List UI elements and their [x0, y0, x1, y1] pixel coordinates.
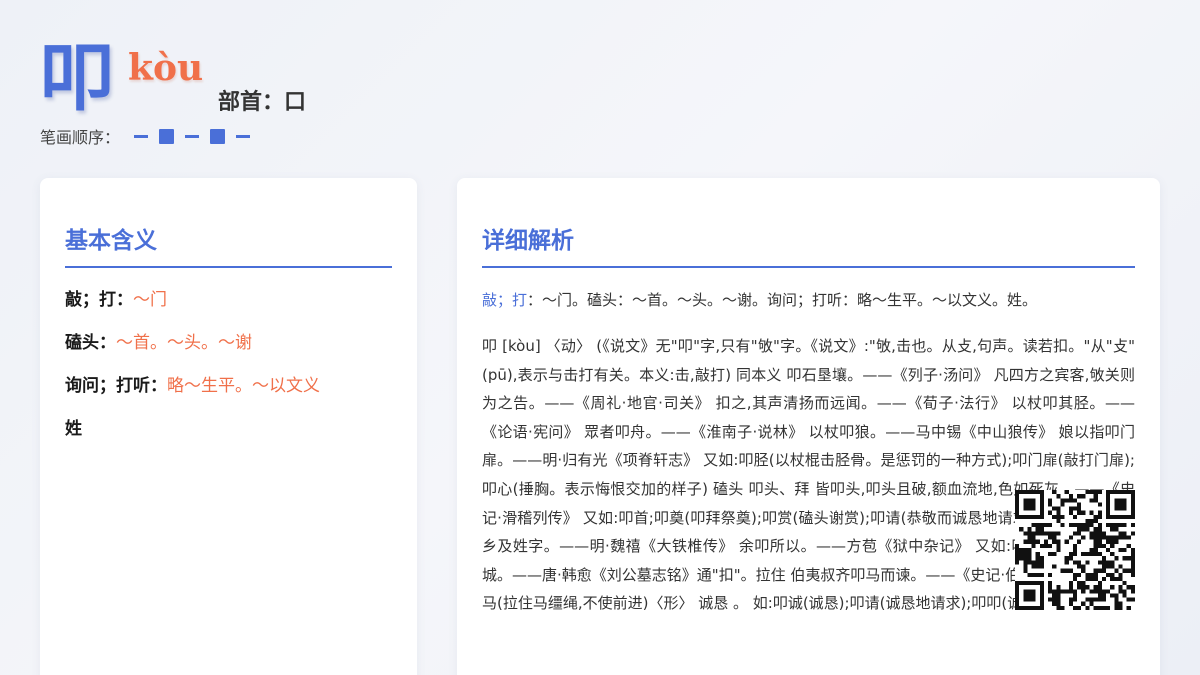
- meaning-item: 磕头：～首。～头。～谢: [65, 331, 392, 355]
- meaning-label: 姓: [65, 419, 82, 439]
- radical-value: 口: [284, 90, 307, 115]
- basic-meaning-card: 基本含义 敲；打：～门 磕头：～首。～头。～谢 询问；打听：略～生平。～以文义姓: [40, 178, 417, 675]
- detail-title: 详细解析: [482, 226, 1135, 268]
- stroke-order: 笔画顺序：: [40, 124, 261, 148]
- stroke-order-label: 笔画顺序：: [40, 128, 121, 147]
- detail-summary: 敲；打：～门。磕头：～首。～头。～谢。询问；打听：略～生平。～以文义。姓。: [482, 288, 1135, 312]
- qr-code-icon[interactable]: [1015, 490, 1135, 610]
- qr-code-graphic: [1015, 490, 1135, 610]
- meaning-label: 敲；打：: [65, 290, 133, 310]
- main-character: 叩: [40, 35, 114, 121]
- stroke-sequence: [134, 128, 261, 144]
- meaning-example: ～门: [133, 290, 167, 310]
- meaning-label: 询问；打听：: [65, 376, 167, 396]
- meaning-example: 略～生平。～以文义: [167, 376, 320, 396]
- radical-info: 部首：口: [218, 84, 306, 116]
- summary-text: ：～门。磕头：～首。～头。～谢。询问；打听：略～生平。～以文义。姓。: [527, 291, 1038, 309]
- meaning-label: 磕头：: [65, 333, 116, 353]
- meaning-example: ～首。～头。～谢: [116, 333, 252, 353]
- stroke-3: [185, 134, 200, 138]
- meaning-item: 询问；打听：略～生平。～以文义: [65, 374, 392, 398]
- stroke-2: [159, 128, 175, 144]
- pinyin: kòu: [128, 47, 204, 89]
- meaning-item: 姓: [65, 417, 392, 441]
- meaning-item: 敲；打：～门: [65, 288, 392, 312]
- meaning-list: 敲；打：～门 磕头：～首。～头。～谢 询问；打听：略～生平。～以文义姓: [65, 288, 392, 441]
- radical-label: 部首：: [218, 90, 285, 115]
- summary-label: 敲；打: [482, 291, 528, 309]
- basic-meaning-title: 基本含义: [65, 226, 392, 268]
- stroke-1: [134, 134, 149, 138]
- stroke-5: [236, 134, 251, 138]
- stroke-4: [210, 128, 226, 144]
- character-header: 叩 kòu 部首：口 笔画顺序：: [40, 36, 540, 156]
